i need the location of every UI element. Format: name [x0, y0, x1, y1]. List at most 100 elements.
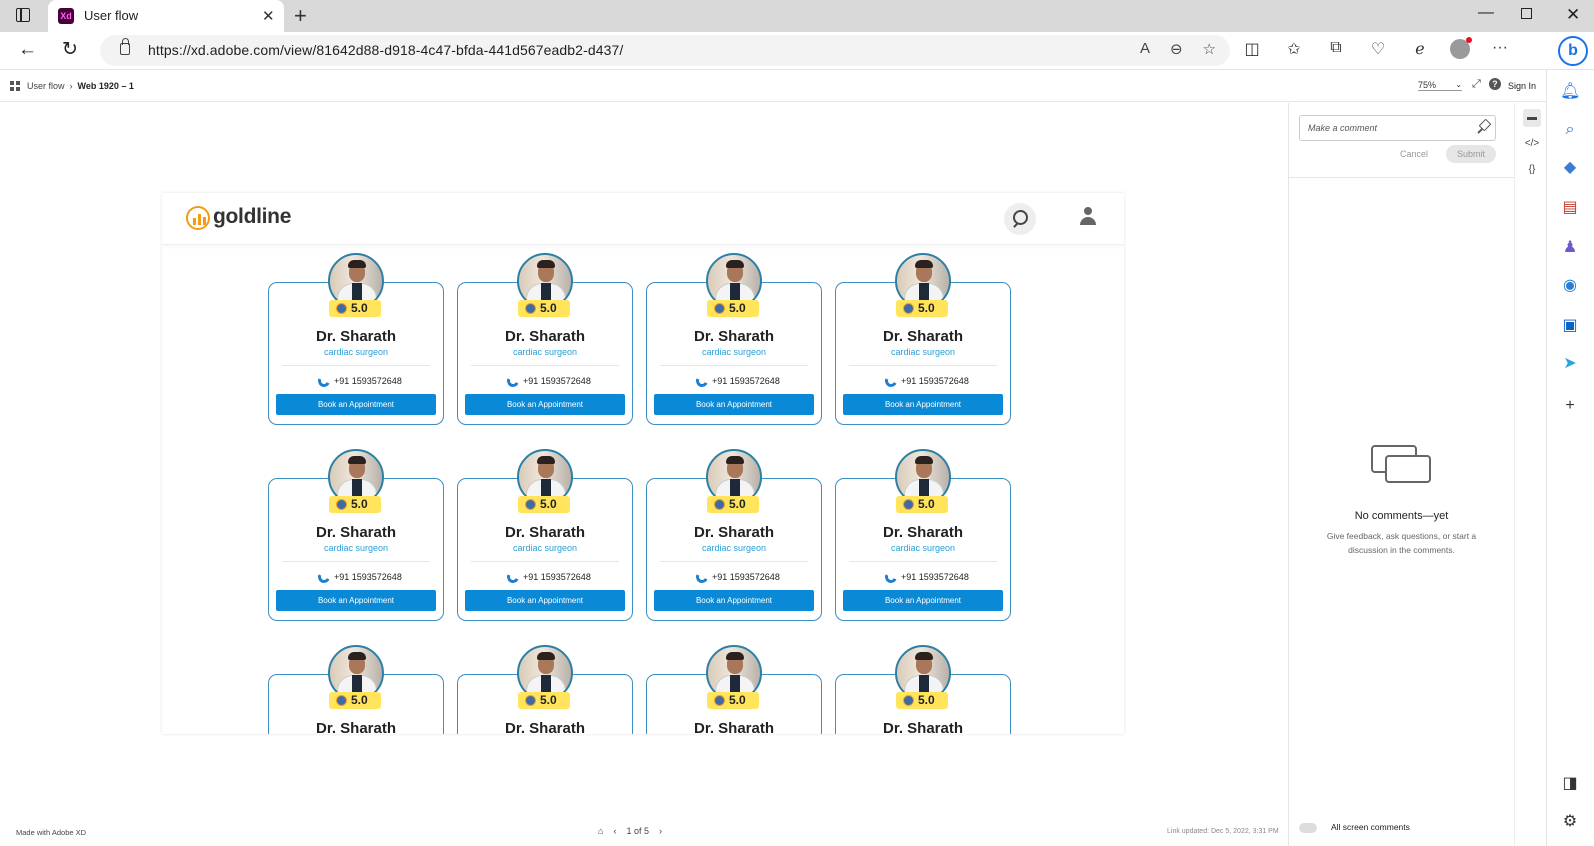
- collections-icon[interactable]: ⧉: [1324, 39, 1348, 59]
- doctor-name: Dr. Sharath: [504, 328, 586, 345]
- outlook-icon[interactable]: ▣: [1560, 316, 1580, 336]
- notification-bell-icon[interactable]: 🔔︎: [1560, 82, 1580, 102]
- award-icon: [903, 499, 914, 510]
- doctor-name: Dr. Sharath: [315, 720, 397, 734]
- divider: [471, 365, 619, 366]
- shopping-tag-icon[interactable]: ◆: [1560, 158, 1580, 178]
- doctor-name: Dr. Sharath: [315, 524, 397, 541]
- edge-icon[interactable]: ℯ: [1408, 39, 1432, 59]
- chevron-down-icon: ⌄: [1455, 80, 1462, 89]
- divider: [282, 365, 430, 366]
- doctor-specialty: cardiac surgeon: [323, 543, 389, 553]
- tab-close-icon[interactable]: ✕: [262, 7, 275, 25]
- code-tab-icon[interactable]: </>: [1523, 135, 1541, 153]
- award-icon: [903, 695, 914, 706]
- add-sidebar-icon[interactable]: +: [1560, 396, 1580, 416]
- back-icon[interactable]: ←: [18, 39, 37, 61]
- previous-icon[interactable]: ‹: [613, 826, 616, 836]
- profile-avatar[interactable]: [1450, 37, 1472, 59]
- zoom-value: 75%: [1418, 80, 1437, 90]
- book-appointment-button[interactable]: Book an Appointment: [276, 394, 436, 415]
- made-with-xd[interactable]: Made with Adobe XD: [16, 828, 86, 837]
- award-icon: [525, 303, 536, 314]
- office-icon[interactable]: ◉: [1560, 276, 1580, 296]
- artboard: goldline 5.0 Dr. Sharath cardiac surgeon +9…: [162, 193, 1124, 734]
- favorites-icon[interactable]: ✩: [1282, 39, 1306, 59]
- search-icon[interactable]: ⌕: [1560, 120, 1580, 140]
- book-appointment-button[interactable]: Book an Appointment: [276, 590, 436, 611]
- doctor-phone: +91 1593572648: [901, 572, 969, 582]
- divider: [660, 365, 808, 366]
- rating-badge: 5.0: [896, 496, 948, 513]
- book-appointment-button[interactable]: Book an Appointment: [654, 590, 814, 611]
- book-appointment-button[interactable]: Book an Appointment: [843, 590, 1003, 611]
- book-appointment-button[interactable]: Book an Appointment: [843, 394, 1003, 415]
- new-tab-icon[interactable]: +: [294, 3, 307, 29]
- all-screen-comments-toggle[interactable]: [1299, 823, 1317, 833]
- doctor-card: 5.0Dr. Sharathcardiac surgeon+91 1593572…: [646, 253, 822, 425]
- doctor-card: 5.0Dr. Sharathcardiac surgeon+91 1593572…: [457, 645, 633, 734]
- book-appointment-button[interactable]: Book an Appointment: [465, 590, 625, 611]
- site-header: goldline: [162, 193, 1124, 245]
- page-navigator: ⌂ ‹ 1 of 5 ›: [598, 826, 662, 836]
- settings-gear-icon[interactable]: ⚙: [1560, 812, 1580, 832]
- drop-send-icon[interactable]: ➤: [1560, 354, 1580, 374]
- divider: [660, 561, 808, 562]
- fullscreen-icon[interactable]: ⤢: [1472, 78, 1481, 91]
- rating-value: 5.0: [918, 301, 935, 315]
- performance-icon[interactable]: ♡: [1366, 39, 1390, 59]
- divider: [849, 365, 997, 366]
- cancel-button[interactable]: Cancel: [1400, 149, 1428, 159]
- minimize-icon[interactable]: —: [1478, 4, 1494, 22]
- bing-copilot-icon[interactable]: b: [1558, 36, 1588, 66]
- split-screen-icon[interactable]: ◫: [1240, 39, 1264, 59]
- sign-in-link[interactable]: Sign In: [1508, 81, 1536, 91]
- book-appointment-button[interactable]: Book an Appointment: [654, 394, 814, 415]
- favorite-star-icon[interactable]: ☆: [1203, 40, 1216, 58]
- comments-tab-icon[interactable]: ▬: [1523, 109, 1541, 127]
- lock-icon[interactable]: [120, 38, 130, 55]
- pin-icon[interactable]: [1476, 120, 1490, 134]
- tab-actions-icon[interactable]: [16, 8, 30, 22]
- doctor-card: 5.0Dr. Sharathcardiac surgeon+91 1593572…: [268, 449, 444, 621]
- url-text[interactable]: https://xd.adobe.com/view/81642d88-d918-…: [148, 42, 623, 58]
- doctor-phone: +91 1593572648: [334, 376, 402, 386]
- doctor-card: 5.0Dr. Sharathcardiac surgeon+91 1593572…: [457, 253, 633, 425]
- help-icon[interactable]: ?: [1488, 78, 1501, 90]
- rating-badge: 5.0: [518, 692, 570, 709]
- comment-input[interactable]: Make a comment: [1299, 115, 1496, 141]
- read-aloud-icon[interactable]: A: [1140, 40, 1150, 58]
- next-icon[interactable]: ›: [659, 826, 662, 836]
- doctor-phone: +91 1593572648: [523, 376, 591, 386]
- comments-panel: Make a comment Cancel Submit No comments…: [1288, 103, 1514, 846]
- breadcrumb: User flow › Web 1920 – 1: [27, 81, 134, 91]
- restore-icon[interactable]: [1521, 8, 1532, 19]
- tools-icon[interactable]: ▤: [1560, 198, 1580, 218]
- user-settings-icon[interactable]: [1079, 207, 1099, 227]
- doctor-name: Dr. Sharath: [693, 720, 775, 734]
- window-close-icon[interactable]: ✕: [1566, 5, 1580, 25]
- rating-badge: 5.0: [329, 300, 381, 317]
- address-bar[interactable]: https://xd.adobe.com/view/81642d88-d918-…: [100, 35, 1230, 66]
- zoom-out-icon[interactable]: ⊖: [1170, 40, 1183, 58]
- home-icon[interactable]: ⌂: [598, 826, 603, 836]
- search-icon[interactable]: [1004, 203, 1036, 235]
- logo-text: goldline: [213, 205, 292, 228]
- book-appointment-button[interactable]: Book an Appointment: [465, 394, 625, 415]
- zoom-select[interactable]: 75% ⌄: [1418, 80, 1462, 91]
- doctor-card: 5.0Dr. Sharathcardiac surgeon+91 1593572…: [835, 253, 1011, 425]
- sidebar-panel-icon[interactable]: ◨: [1560, 774, 1580, 794]
- all-screen-comments-toggle-row: All screen comments: [1299, 822, 1410, 833]
- rating-value: 5.0: [351, 693, 368, 707]
- submit-button[interactable]: Submit: [1446, 145, 1496, 163]
- rating-value: 5.0: [918, 497, 935, 511]
- rating-badge: 5.0: [707, 496, 759, 513]
- more-icon[interactable]: ···: [1488, 39, 1512, 59]
- breadcrumb-root[interactable]: User flow: [27, 81, 65, 91]
- doctor-card: 5.0Dr. Sharathcardiac surgeon+91 1593572…: [268, 253, 444, 425]
- rating-badge: 5.0: [896, 692, 948, 709]
- grid-view-icon[interactable]: [10, 81, 20, 91]
- braces-tab-icon[interactable]: {}: [1523, 161, 1541, 179]
- games-icon[interactable]: ♟: [1560, 238, 1580, 258]
- reload-icon[interactable]: ↻: [62, 38, 78, 61]
